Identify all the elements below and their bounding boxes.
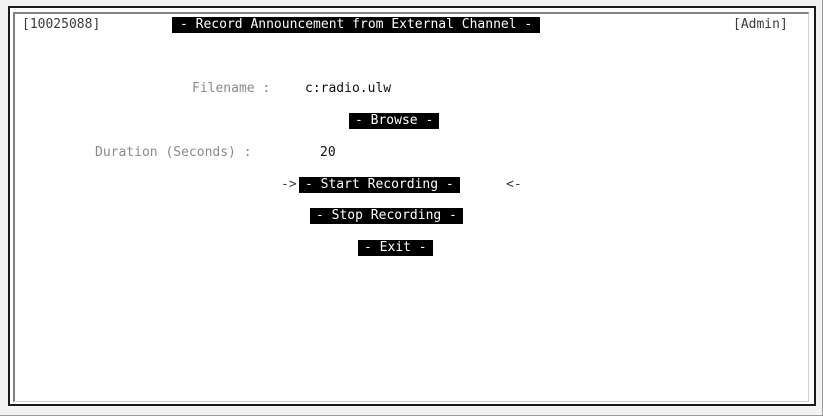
terminal-screen xyxy=(8,6,816,406)
duration-field[interactable]: 20 xyxy=(320,145,336,161)
user-role: [Admin] xyxy=(733,17,788,32)
screen-title: - Record Announcement from External Chan… xyxy=(172,17,541,33)
filename-label: Filename : xyxy=(192,81,271,96)
duration-label: Duration (Seconds) : xyxy=(95,145,252,160)
start-recording-button[interactable]: - Start Recording - xyxy=(299,177,460,193)
exit-button[interactable]: - Exit - xyxy=(358,240,433,256)
focus-arrow-right: <- xyxy=(506,177,522,192)
focus-arrow-left: -> xyxy=(281,177,297,192)
browse-button[interactable]: - Browse - xyxy=(349,113,440,129)
filename-field[interactable]: c:radio.ulw xyxy=(305,81,391,97)
stop-recording-button[interactable]: - Stop Recording - xyxy=(310,208,463,224)
record-id: [10025088] xyxy=(22,17,101,32)
